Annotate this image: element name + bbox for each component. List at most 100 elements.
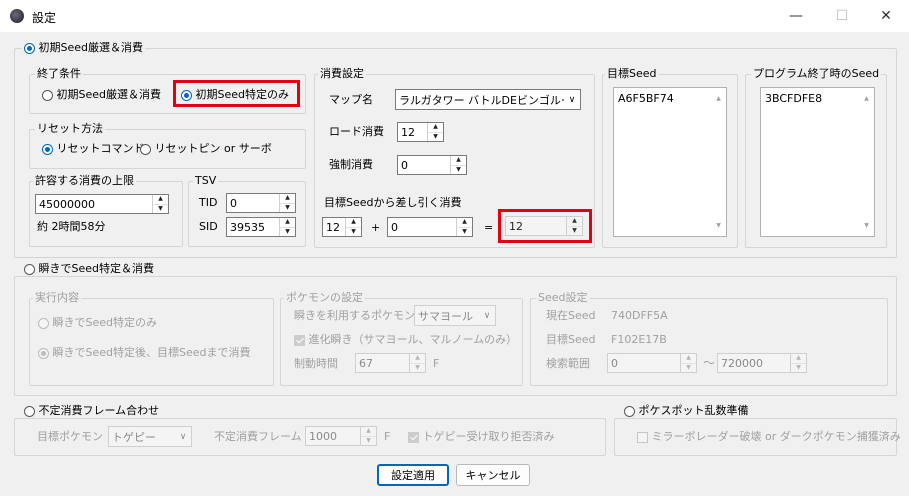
frame-label: 不定消費フレーム <box>214 430 302 443</box>
load-input[interactable]: 12 ▲ ▼ <box>397 122 444 142</box>
plus-sign: + <box>371 221 381 234</box>
checkbox-label: ミラーボレーダー破壊 or ダークポケモン捕獲済み <box>651 430 901 443</box>
brake-time-value: 67 <box>359 356 373 370</box>
up-arrow-icon: ▲ <box>410 354 425 364</box>
search-range-from-spinner[interactable]: ▲ ▼ <box>680 354 696 372</box>
togepi-refused-check[interactable]: トゲピー受け取り拒否済み <box>408 430 555 444</box>
equals-sign: = <box>484 221 494 234</box>
cancel-button[interactable]: キャンセル <box>456 464 530 486</box>
search-range-to[interactable]: 720000 ▲ ▼ <box>717 353 807 373</box>
radio-dot <box>24 263 35 275</box>
brake-time-spinner[interactable]: ▲ ▼ <box>409 354 425 372</box>
down-arrow-icon: ▼ <box>366 436 371 444</box>
result-spinner: ▲ ▼ <box>566 217 582 235</box>
sid-spinner[interactable]: ▲ ▼ <box>279 218 295 236</box>
target-seed-value[interactable]: A6F5BF74 <box>618 92 674 105</box>
minimize-button[interactable]: — <box>773 0 819 32</box>
tid-value: 0 <box>230 196 237 210</box>
limit-approx: 約 2時間58分 <box>37 220 106 233</box>
radio-end-only[interactable]: 初期Seed特定のみ <box>181 88 289 102</box>
radio-label: 初期Seed特定のみ <box>195 88 290 101</box>
up-arrow-icon: ▲ <box>280 194 295 204</box>
subtract-b-input[interactable]: 0 ▲ ▼ <box>387 217 473 237</box>
scroll-down-icon: ▼ <box>716 222 721 229</box>
tid-input[interactable]: 0 ▲ ▼ <box>226 193 296 213</box>
current-seed-label: 現在Seed <box>546 309 596 322</box>
down-arrow-icon: ▼ <box>285 227 290 235</box>
checkbox-label: トゲピー受け取り拒否済み <box>422 430 555 443</box>
radio-label: リセットピン or サーボ <box>154 142 272 155</box>
down-arrow-icon: ▼ <box>415 363 420 371</box>
scroll-up-icon: ▲ <box>716 95 721 102</box>
end-seed-list[interactable]: 3BCFDFE8 ▲ ▼ <box>760 87 875 237</box>
frame-spinner[interactable]: ▲ ▼ <box>360 427 376 445</box>
frame-value: 1000 <box>309 429 337 443</box>
chevron-down-icon: ∨ <box>568 94 576 105</box>
radio-end-full[interactable]: 初期Seed厳選＆消費 <box>42 88 161 102</box>
pokemon-title: ポケモンの設定 <box>284 291 365 305</box>
target-pokemon-select[interactable]: トゲピー ∨ <box>108 426 192 447</box>
search-range-from[interactable]: 0 ▲ ▼ <box>607 353 697 373</box>
limit-spinner[interactable]: ▲ ▼ <box>152 195 168 213</box>
radio-frame-adjust[interactable]: 不定消費フレーム合わせ <box>22 404 162 418</box>
close-icon: ✕ <box>880 8 892 24</box>
down-arrow-icon: ▼ <box>686 363 691 371</box>
close-button[interactable]: ✕ <box>863 0 909 32</box>
map-select[interactable]: ラルガタワー バトルDEビンゴルーム ∨ <box>395 89 581 110</box>
mirror-radar-check[interactable]: ミラーボレーダー破壊 or ダークポケモン捕獲済み <box>637 430 901 444</box>
sid-input[interactable]: 39535 ▲ ▼ <box>226 217 296 237</box>
radio-blink-consume[interactable]: 瞬きでSeed特定後、目標Seedまで消費 <box>38 346 251 360</box>
end-seed-value[interactable]: 3BCFDFE8 <box>765 92 822 105</box>
checkbox-label: 進化瞬き（サマヨール、マルノームのみ） <box>308 333 518 346</box>
scrollbar[interactable]: ▲ ▼ <box>712 89 725 235</box>
subtract-b-spinner[interactable]: ▲ ▼ <box>456 218 472 236</box>
tid-spinner[interactable]: ▲ ▼ <box>279 194 295 212</box>
load-spinner[interactable]: ▲ ▼ <box>427 123 443 141</box>
evo-blink-check[interactable]: 進化瞬き（サマヨール、マルノームのみ） <box>294 333 517 347</box>
apply-button[interactable]: 設定適用 <box>377 464 449 486</box>
section-title: 瞬きでSeed特定＆消費 <box>38 262 155 275</box>
maximize-button[interactable]: ☐ <box>819 0 865 32</box>
radio-pokespot[interactable]: ポケスポット乱数準備 <box>622 404 751 418</box>
limit-input[interactable]: 45000000 ▲ ▼ <box>35 194 169 214</box>
limit-value: 45000000 <box>39 197 95 211</box>
subtract-label: 目標Seedから差し引く消費 <box>324 196 462 209</box>
checkbox <box>637 431 648 443</box>
frame-input[interactable]: 1000 ▲ ▼ <box>305 426 377 446</box>
target-pokemon-label: 目標ポケモン <box>37 430 103 443</box>
radio-reset-command[interactable]: リセットコマンド <box>42 142 145 156</box>
sid-value: 39535 <box>230 220 265 234</box>
radio-blink-only[interactable]: 瞬きでSeed特定のみ <box>38 316 157 330</box>
up-arrow-icon: ▲ <box>567 217 582 227</box>
blink-pokemon-value: サマヨール <box>418 309 473 323</box>
brake-time-input[interactable]: 67 ▲ ▼ <box>355 353 426 373</box>
result-value: 12 <box>509 219 523 233</box>
radio-dot <box>24 405 35 417</box>
blink-pokemon-select[interactable]: サマヨール ∨ <box>414 305 496 326</box>
subtract-a-spinner[interactable]: ▲ ▼ <box>345 218 361 236</box>
consumption-title: 消費設定 <box>318 67 366 81</box>
scrollbar[interactable]: ▲ ▼ <box>860 89 873 235</box>
target-seed-list[interactable]: A6F5BF74 ▲ ▼ <box>613 87 727 237</box>
scroll-up-icon: ▲ <box>864 95 869 102</box>
radio-blink[interactable]: 瞬きでSeed特定＆消費 <box>22 262 156 276</box>
subtract-a-value: 12 <box>326 220 340 234</box>
radio-reset-pin[interactable]: リセットピン or サーボ <box>140 142 272 156</box>
radio-dot <box>42 143 53 155</box>
chevron-down-icon: ∨ <box>483 310 491 321</box>
brake-time-label: 制動時間 <box>294 357 338 370</box>
radio-seed-selection[interactable]: 初期Seed厳選＆消費 <box>22 41 145 55</box>
up-arrow-icon: ▲ <box>457 218 472 228</box>
group-limit <box>29 181 183 247</box>
down-arrow-icon: ▼ <box>351 227 356 235</box>
subtract-a-input[interactable]: 12 ▲ ▼ <box>322 217 362 237</box>
up-arrow-icon: ▲ <box>280 218 295 228</box>
search-range-to-spinner[interactable]: ▲ ▼ <box>790 354 806 372</box>
group-tsv <box>188 181 306 247</box>
up-arrow-icon: ▲ <box>346 218 361 228</box>
load-label: ロード消費 <box>329 125 384 138</box>
window-title: 設定 <box>32 11 57 25</box>
tsv-title: TSV <box>193 174 219 188</box>
force-input[interactable]: 0 ▲ ▼ <box>397 155 467 175</box>
force-spinner[interactable]: ▲ ▼ <box>450 156 466 174</box>
